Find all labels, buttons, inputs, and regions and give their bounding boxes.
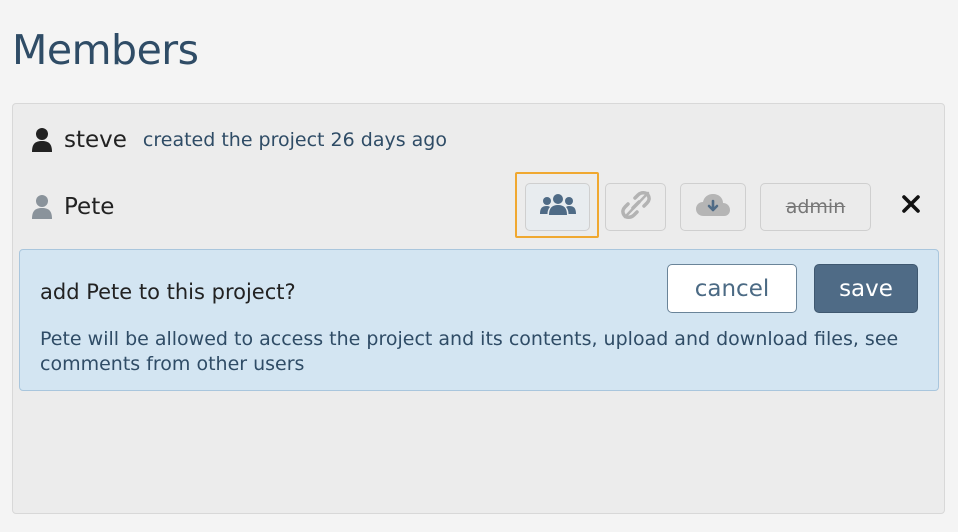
add-member-confirm-box: add Pete to this project? cancel save Pe… [19,249,939,391]
cloud-download-icon [695,192,731,222]
close-icon [901,194,921,218]
share-link-button[interactable] [605,183,666,231]
cancel-button[interactable]: cancel [667,264,797,313]
member-row: Pete [31,192,114,222]
confirm-title: add Pete to this project? [40,280,296,304]
user-icon [31,194,53,220]
admin-toggle-button[interactable]: admin [760,183,871,231]
users-group-icon [539,193,576,221]
member-role-button[interactable] [525,183,590,231]
owner-name: steve [64,127,127,153]
page-title: Members [12,26,199,74]
members-panel: steve created the project 26 days ago Pe… [12,103,945,514]
confirm-description: Pete will be allowed to access the proje… [40,328,899,375]
user-icon [31,127,53,153]
save-button[interactable]: save [814,264,918,313]
admin-label: admin [785,196,846,218]
owner-created-text: created the project 26 days ago [142,129,447,151]
remove-member-button[interactable] [899,194,923,218]
member-name: Pete [64,194,115,220]
download-permission-button[interactable] [680,183,746,231]
owner-row: steve created the project 26 days ago [31,126,447,154]
broken-link-icon [620,190,651,224]
